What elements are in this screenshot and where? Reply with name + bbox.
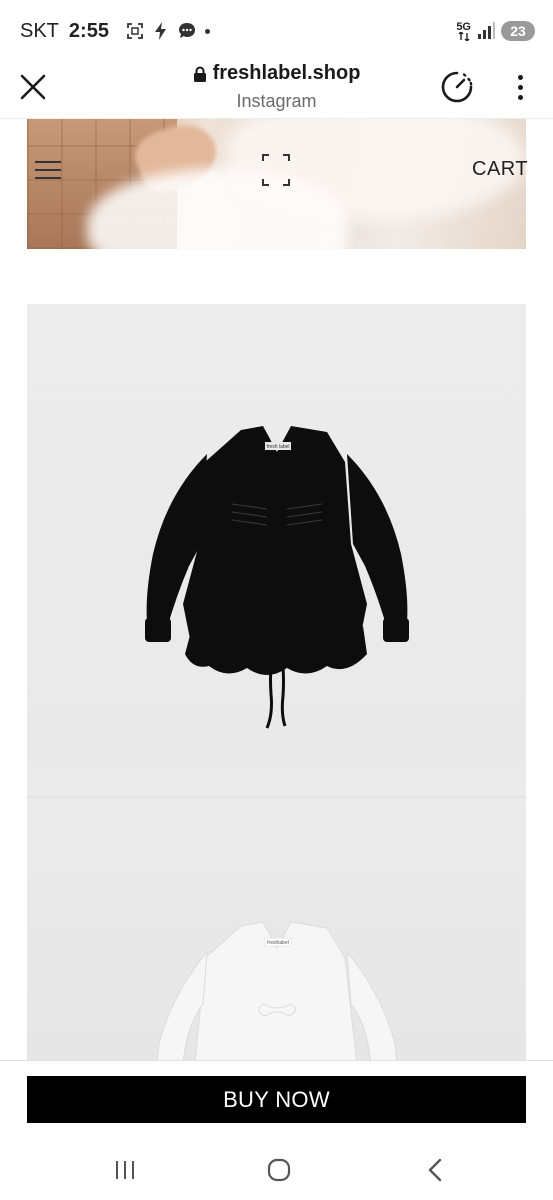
network-label: 5G: [456, 20, 471, 33]
black-blouse: [145, 426, 409, 729]
buy-now-button[interactable]: BUY NOW: [27, 1076, 526, 1123]
neck-tag-black: fresh label: [266, 444, 289, 450]
recents-icon: [116, 1161, 118, 1179]
url-line: freshlabel.shop: [193, 62, 361, 85]
chat-icon: [178, 23, 195, 38]
system-nav-bar: [0, 1140, 553, 1200]
more-notifications-dot: [204, 28, 210, 34]
cart-link[interactable]: CART: [472, 158, 528, 181]
more-options-button[interactable]: [505, 68, 535, 106]
more-icon: [517, 74, 523, 80]
screenshot-icon: [127, 23, 143, 39]
product-photo[interactable]: fresh label freshlabel: [27, 304, 526, 1060]
home-icon: [267, 1158, 291, 1182]
recents-button[interactable]: [100, 1152, 150, 1188]
back-icon: [428, 1158, 442, 1182]
close-icon: [20, 74, 46, 100]
close-browser-button[interactable]: [14, 68, 52, 106]
in-app-browser-header: freshlabel.shop Instagram: [0, 62, 553, 118]
clock: 2:55: [68, 19, 109, 42]
domain-label: freshlabel.shop: [212, 62, 361, 84]
carrier-label: SKT: [20, 19, 59, 42]
signal-icon: [478, 22, 495, 39]
logo-mark[interactable]: [262, 154, 290, 186]
back-button[interactable]: [410, 1152, 460, 1188]
flash-icon: [154, 22, 166, 40]
product-blouse-illustration: fresh label freshlabel: [145, 426, 409, 1060]
speed-button[interactable]: [438, 68, 476, 106]
speed-icon: [441, 71, 473, 103]
battery-level: 23: [510, 23, 526, 39]
status-left: SKT 2:55: [20, 20, 210, 43]
home-button[interactable]: [254, 1152, 304, 1188]
battery-indicator: 23: [501, 21, 535, 41]
network-indicator: 5G: [456, 20, 471, 41]
notification-icons: [125, 21, 210, 41]
lock-icon: [193, 66, 206, 82]
data-arrows-icon: [458, 31, 470, 41]
buy-bar: BUY NOW: [0, 1060, 553, 1140]
status-bar: SKT 2:55 5G 23: [0, 0, 553, 62]
status-right: 5G 23: [456, 21, 535, 41]
neck-tag-white: freshlabel: [267, 940, 289, 946]
menu-icon[interactable]: [35, 161, 61, 179]
web-page[interactable]: CART fresh label freshlabel: [0, 118, 553, 1060]
